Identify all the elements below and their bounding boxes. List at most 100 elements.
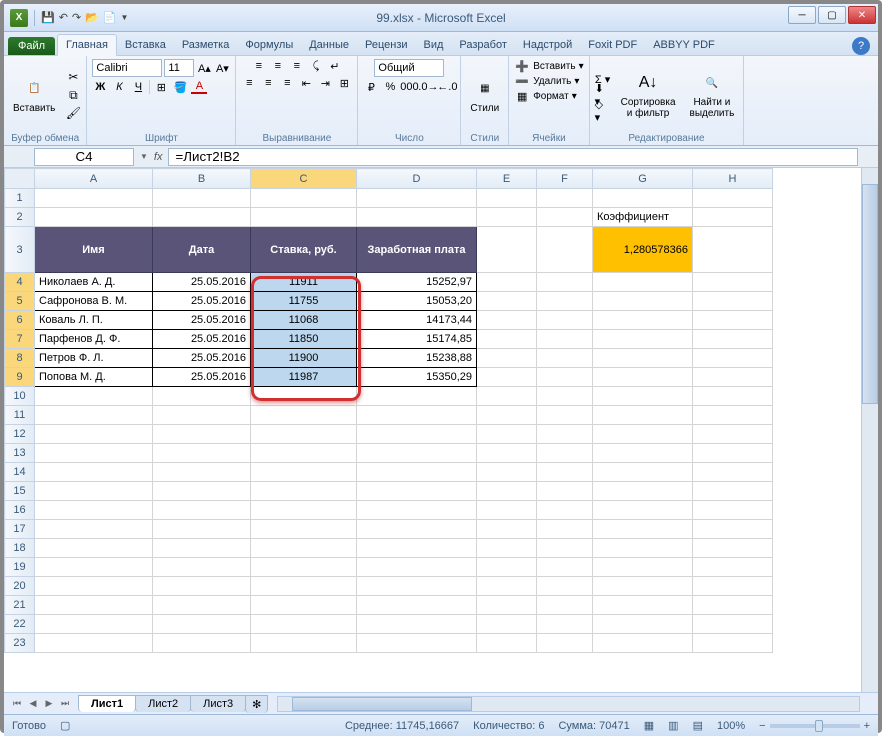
cell-c8[interactable]: 11900	[251, 349, 357, 368]
cell-c4[interactable]: 11911	[251, 273, 357, 292]
format-cells-button[interactable]: ▦Формат ▾	[514, 89, 577, 103]
horizontal-scrollbar[interactable]	[277, 696, 860, 712]
view-pagebreak-icon[interactable]: ▤	[693, 719, 703, 732]
row-header-15[interactable]: 15	[5, 482, 35, 501]
tab-addins[interactable]: Надстрой	[515, 35, 580, 55]
cell-b3[interactable]: Дата	[153, 227, 251, 273]
view-normal-icon[interactable]: ▦	[644, 719, 654, 732]
paste-button[interactable]: 📋 Вставить	[9, 75, 59, 116]
worksheet-grid[interactable]: A B C D E F G H 1 2Коэффициент 3 Имя Дат…	[4, 168, 861, 692]
fx-icon[interactable]: fx	[154, 151, 163, 163]
cell-b4[interactable]: 25.05.2016	[153, 273, 251, 292]
tab-home[interactable]: Главная	[57, 34, 117, 56]
currency-icon[interactable]: ₽	[363, 80, 379, 94]
col-header-f[interactable]: F	[537, 169, 593, 189]
align-left-icon[interactable]: ≡	[241, 76, 257, 90]
cell-g2[interactable]: Коэффициент	[593, 208, 693, 227]
cell-b5[interactable]: 25.05.2016	[153, 292, 251, 311]
cell-a7[interactable]: Парфенов Д. Ф.	[35, 330, 153, 349]
new-icon[interactable]: 📄	[103, 11, 117, 24]
zoom-in-button[interactable]: +	[864, 720, 870, 732]
cell-d6[interactable]: 14173,44	[357, 311, 477, 330]
row-header-22[interactable]: 22	[5, 615, 35, 634]
cell-d7[interactable]: 15174,85	[357, 330, 477, 349]
row-header-7[interactable]: 7	[5, 330, 35, 349]
decrease-decimal-icon[interactable]: ←.0	[439, 80, 455, 94]
cell-d4[interactable]: 15252,97	[357, 273, 477, 292]
tab-data[interactable]: Данные	[301, 35, 357, 55]
bold-button[interactable]: Ж	[92, 80, 108, 94]
border-icon[interactable]: ⊞	[153, 80, 169, 94]
vertical-scrollbar[interactable]	[861, 168, 878, 692]
row-header-1[interactable]: 1	[5, 189, 35, 208]
number-format-select[interactable]	[374, 59, 444, 77]
row-header-8[interactable]: 8	[5, 349, 35, 368]
row-header-23[interactable]: 23	[5, 634, 35, 653]
tab-insert[interactable]: Вставка	[117, 35, 174, 55]
sheet-nav-last-icon[interactable]: ⏭	[58, 698, 72, 709]
row-header-19[interactable]: 19	[5, 558, 35, 577]
percent-icon[interactable]: %	[382, 80, 398, 94]
open-icon[interactable]: 📂	[85, 11, 99, 24]
row-header-16[interactable]: 16	[5, 501, 35, 520]
row-header-9[interactable]: 9	[5, 368, 35, 387]
row-header-10[interactable]: 10	[5, 387, 35, 406]
cell-b9[interactable]: 25.05.2016	[153, 368, 251, 387]
sheet-tab-3[interactable]: Лист3	[190, 695, 246, 712]
increase-decimal-icon[interactable]: .0→	[420, 80, 436, 94]
cell-d5[interactable]: 15053,20	[357, 292, 477, 311]
styles-button[interactable]: ▦ Стили	[466, 75, 503, 116]
cell-c9[interactable]: 11987	[251, 368, 357, 387]
comma-icon[interactable]: 000	[401, 80, 417, 94]
new-sheet-button[interactable]: ✻	[245, 695, 268, 713]
col-header-g[interactable]: G	[593, 169, 693, 189]
col-header-c[interactable]: C	[251, 169, 357, 189]
underline-button[interactable]: Ч	[130, 80, 146, 94]
row-header-13[interactable]: 13	[5, 444, 35, 463]
cell-a8[interactable]: Петров Ф. Л.	[35, 349, 153, 368]
macro-record-icon[interactable]: ▢	[60, 719, 70, 732]
cell-b8[interactable]: 25.05.2016	[153, 349, 251, 368]
view-layout-icon[interactable]: ▥	[668, 719, 678, 732]
row-header-11[interactable]: 11	[5, 406, 35, 425]
row-header-12[interactable]: 12	[5, 425, 35, 444]
clear-icon[interactable]: ◇ ▾	[595, 104, 611, 118]
cell-a6[interactable]: Коваль Л. П.	[35, 311, 153, 330]
row-header-20[interactable]: 20	[5, 577, 35, 596]
row-header-18[interactable]: 18	[5, 539, 35, 558]
cell-d8[interactable]: 15238,88	[357, 349, 477, 368]
sort-filter-button[interactable]: A↓ Сортировка и фильтр	[617, 69, 680, 121]
italic-button[interactable]: К	[111, 80, 127, 94]
cell-a5[interactable]: Сафронова В. М.	[35, 292, 153, 311]
tab-view[interactable]: Вид	[416, 35, 452, 55]
tab-abbyy[interactable]: ABBYY PDF	[645, 35, 723, 55]
formula-input[interactable]	[168, 148, 858, 166]
zoom-out-button[interactable]: −	[759, 720, 765, 732]
sheet-tab-1[interactable]: Лист1	[78, 695, 136, 712]
cell-d9[interactable]: 15350,29	[357, 368, 477, 387]
zoom-slider[interactable]	[770, 724, 860, 728]
row-header-14[interactable]: 14	[5, 463, 35, 482]
redo-icon[interactable]: ↷	[72, 11, 81, 24]
col-header-b[interactable]: B	[153, 169, 251, 189]
align-top-icon[interactable]: ≡	[251, 59, 267, 73]
row-header-17[interactable]: 17	[5, 520, 35, 539]
row-header-21[interactable]: 21	[5, 596, 35, 615]
tab-formulas[interactable]: Формулы	[237, 35, 301, 55]
sheet-nav-prev-icon[interactable]: ◀	[26, 698, 40, 709]
sheet-nav-first-icon[interactable]: ⏮	[10, 698, 24, 709]
font-name-select[interactable]	[92, 59, 162, 77]
cell-a4[interactable]: Николаев А. Д.	[35, 273, 153, 292]
minimize-button[interactable]: ─	[788, 6, 816, 24]
row-header-3[interactable]: 3	[5, 227, 35, 273]
save-icon[interactable]: 💾	[41, 11, 55, 24]
cell-g3[interactable]: 1,280578366	[593, 227, 693, 273]
font-color-icon[interactable]: A	[191, 80, 207, 94]
font-size-select[interactable]	[164, 59, 194, 77]
col-header-e[interactable]: E	[477, 169, 537, 189]
orientation-icon[interactable]: ⤹	[308, 59, 324, 73]
align-center-icon[interactable]: ≡	[260, 76, 276, 90]
row-header-5[interactable]: 5	[5, 292, 35, 311]
insert-cells-button[interactable]: ➕Вставить ▾	[514, 59, 583, 73]
copy-icon[interactable]: ⧉	[65, 87, 81, 103]
